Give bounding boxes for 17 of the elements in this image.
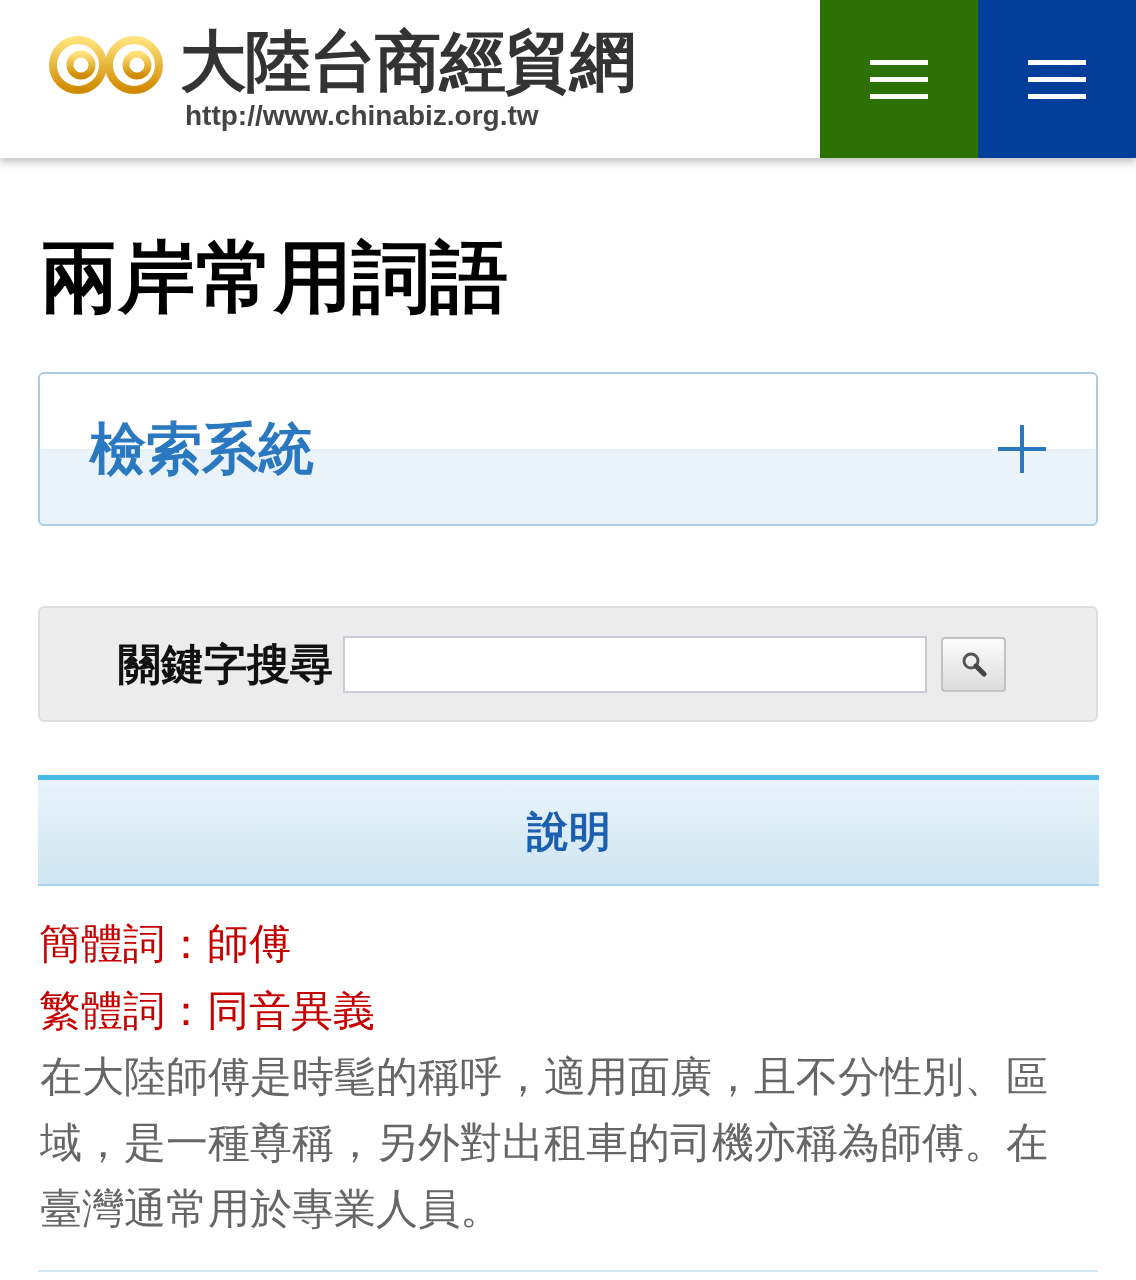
logo-url: http://www.chinabiz.org.tw bbox=[185, 102, 540, 130]
term-line: 簡體詞：師傅 bbox=[39, 919, 291, 969]
menu-icon bbox=[1028, 59, 1086, 99]
search-system-accordion[interactable]: 檢索系統 bbox=[38, 372, 1098, 526]
menu-button[interactable] bbox=[978, 0, 1136, 158]
search-icon bbox=[960, 651, 987, 677]
search-button[interactable] bbox=[941, 636, 1006, 692]
accordion-title: 檢索系統 bbox=[90, 421, 314, 477]
keyword-input[interactable] bbox=[343, 635, 927, 693]
page-title: 兩岸常用詞語 bbox=[40, 238, 508, 316]
menu-button[interactable] bbox=[820, 0, 978, 158]
explanation-heading: 說明 bbox=[526, 811, 611, 853]
logo-icon bbox=[48, 34, 165, 96]
menu-icon bbox=[870, 59, 928, 99]
search-label: 關鍵字搜尋 bbox=[118, 642, 333, 686]
term-line: 繁體詞：同音異義 bbox=[39, 986, 375, 1036]
explanation-text: 在大陸師傅是時髦的稱呼，適用面廣，且不分性別、區域，是一種尊稱，另外對出租車的司機亦稱為師傅。在臺灣通常用於專業人員。 bbox=[40, 1052, 1049, 1234]
